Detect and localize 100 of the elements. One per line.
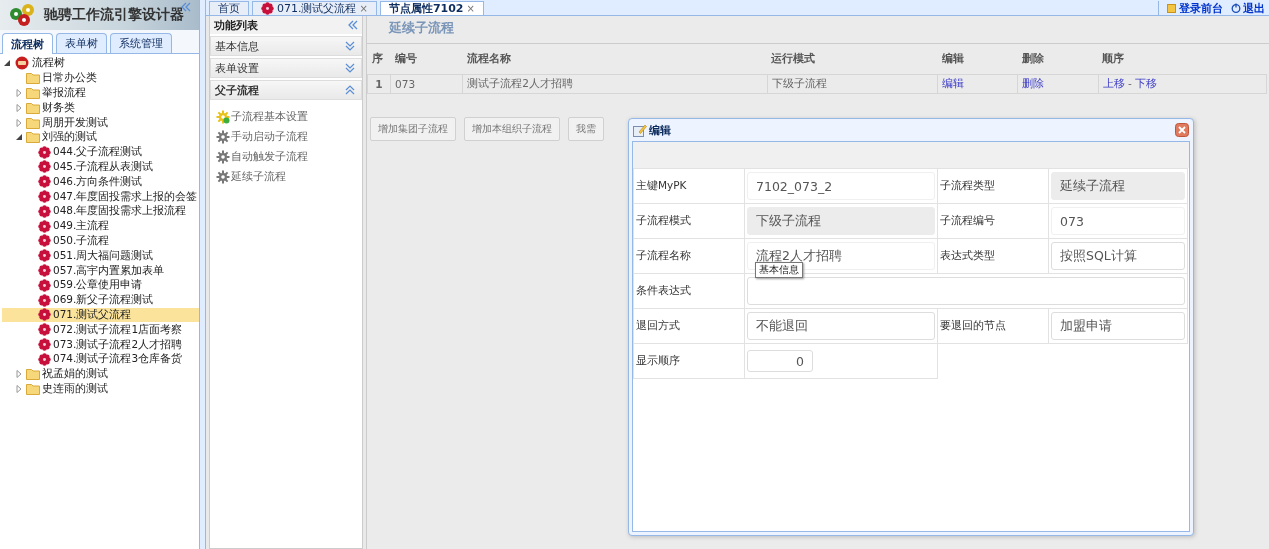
folder-icon	[26, 382, 40, 395]
dialog-title: 编辑	[649, 122, 671, 138]
tree-item[interactable]: 刘强的测试	[2, 130, 199, 145]
tab[interactable]: 首页	[209, 1, 249, 15]
collapsed-arrow-icon[interactable]	[14, 383, 24, 394]
tree-item[interactable]: 日常办公类	[2, 70, 199, 86]
flower-icon	[38, 278, 51, 292]
collapsed-arrow-icon[interactable]	[14, 88, 24, 98]
input-field[interactable]: 0	[747, 350, 813, 372]
tree-item[interactable]: 举报流程	[2, 85, 199, 101]
tree-item[interactable]: 047.年度固投需求上报的会签	[2, 189, 199, 204]
expanded-arrow-icon[interactable]	[14, 132, 24, 143]
input-field[interactable]: 073	[1051, 207, 1185, 235]
tree-item[interactable]: 财务类	[2, 100, 199, 116]
flower-icon	[38, 145, 51, 159]
collapsed-arrow-icon[interactable]	[14, 369, 24, 380]
tab[interactable]: 节点属性7102 ×	[379, 1, 484, 15]
chevron-down-icon	[345, 41, 355, 51]
column-header: 序	[367, 44, 391, 75]
tree-item[interactable]: 044.父子流程测试	[2, 144, 199, 160]
accordion-header[interactable]: 基本信息	[210, 36, 362, 56]
tree-item[interactable]: 059.公章使用申请	[2, 277, 199, 293]
field-label: 条件表达式	[633, 273, 745, 309]
tree-item[interactable]: 073.测试子流程2人才招聘	[2, 337, 199, 352]
collapse-icon[interactable]	[348, 20, 358, 30]
select-field[interactable]: 加盟申请	[1051, 312, 1185, 340]
edit-icon	[633, 123, 647, 137]
flower-icon	[38, 175, 51, 189]
flow-root-icon	[14, 56, 30, 71]
tab[interactable]: 系统管理	[110, 33, 172, 53]
flower-icon	[38, 323, 51, 337]
close-tab-button[interactable]: ×	[359, 3, 368, 14]
tab[interactable]: 表单树	[56, 33, 107, 53]
add-button[interactable]: 增加本组织子流程	[464, 117, 560, 141]
table-link[interactable]: 上移	[1102, 77, 1125, 89]
menu-item[interactable]: 手动启动子流程	[216, 128, 356, 145]
tab[interactable]: 071.测试父流程 ×	[252, 1, 377, 15]
tree-item[interactable]: 071.测试父流程	[2, 307, 199, 323]
tree-item[interactable]: 周朋开发测试	[2, 115, 199, 130]
tree-item[interactable]: 050.子流程	[2, 233, 199, 249]
tree-item[interactable]: 史连雨的测试	[2, 381, 199, 397]
column-header: 删除	[1017, 44, 1099, 75]
logo-icon	[8, 3, 36, 27]
top-link[interactable]: 登录前台	[1167, 0, 1223, 15]
table-link[interactable]: 下移	[1135, 77, 1158, 89]
gear-icon	[216, 149, 230, 164]
input-field[interactable]: 7102_073_2	[747, 172, 935, 200]
add-button[interactable]: 增加集团子流程	[370, 117, 456, 141]
folder-icon	[26, 101, 40, 114]
table-cell: 测试子流程2人才招聘	[462, 74, 768, 94]
gear-icon	[216, 129, 230, 144]
field-label: 主键MyPK	[633, 168, 745, 204]
flower-icon	[38, 308, 51, 322]
tree-item[interactable]: 057.高宇内置累加表单	[2, 263, 199, 278]
menu-item[interactable]: 自动触发子流程	[216, 148, 356, 165]
close-button[interactable]	[1175, 123, 1189, 137]
collapsed-arrow-icon[interactable]	[14, 102, 24, 113]
flower-icon	[38, 249, 51, 263]
flower-icon	[38, 338, 51, 352]
tree-item[interactable]: 048.年度固投需求上报流程	[2, 203, 199, 219]
menu-item[interactable]: 子流程基本设置	[216, 108, 356, 125]
tree-item[interactable]: 051.周大福问题测试	[2, 248, 199, 264]
field-label: 子流程名称	[633, 238, 745, 274]
row-number: 1	[367, 74, 391, 94]
top-link[interactable]: 退出	[1231, 0, 1265, 15]
table-link[interactable]: 编辑	[942, 77, 965, 89]
accordion-header[interactable]: 表单设置	[210, 58, 362, 78]
column-header: 顺序	[1098, 44, 1267, 75]
tree-item[interactable]: 049.主流程	[2, 218, 199, 234]
flower-icon	[38, 190, 51, 204]
accordion-header[interactable]: 父子流程	[210, 80, 362, 100]
tree-item[interactable]: 072.测试子流程1店面考察	[2, 322, 199, 338]
edit-icon	[1167, 3, 1177, 13]
tree-item[interactable]: 045.子流程从表测试	[2, 159, 199, 175]
add-button[interactable]: 我需	[568, 117, 604, 141]
select-field[interactable]: 按照SQL计算	[1051, 242, 1185, 270]
table-cell: 下级子流程	[767, 74, 938, 94]
select-field[interactable]: 不能退回	[747, 312, 935, 340]
folder-icon	[26, 116, 40, 129]
folder-icon	[26, 368, 40, 381]
tree-item[interactable]: 祝孟娟的测试	[2, 366, 199, 382]
expanded-arrow-icon[interactable]	[2, 58, 12, 69]
tree-item[interactable]: 046.方向条件测试	[2, 174, 199, 190]
column-header: 运行模式	[767, 44, 938, 75]
collapsed-arrow-icon[interactable]	[14, 117, 24, 128]
flower-icon	[38, 204, 51, 218]
field-label: 要退回的节点	[937, 308, 1049, 344]
tree-item[interactable]: 074.测试子流程3仓库备货	[2, 351, 199, 367]
gear-icon	[216, 169, 230, 184]
folder-icon	[26, 131, 40, 144]
tab[interactable]: 流程树	[2, 33, 53, 54]
menu-item[interactable]: 延续子流程	[216, 168, 356, 185]
tree-item[interactable]: 069.新父子流程测试	[2, 292, 199, 308]
input-field[interactable]	[747, 277, 1185, 305]
table-link[interactable]: 删除	[1022, 77, 1045, 89]
column-header: 编号	[390, 44, 463, 75]
close-tab-button[interactable]: ×	[466, 3, 475, 14]
chevron-up-icon	[345, 85, 355, 95]
tree-item[interactable]: 流程树	[2, 56, 199, 71]
flower-icon	[38, 160, 51, 174]
